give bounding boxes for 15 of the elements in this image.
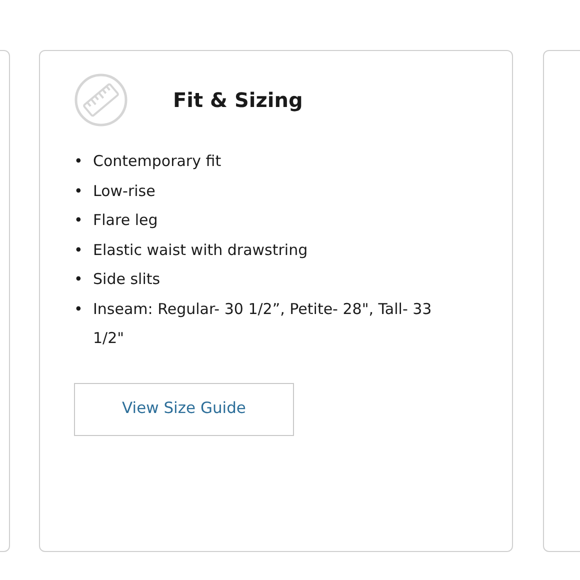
- bullet: •: [74, 180, 84, 202]
- bullet: •: [74, 298, 84, 320]
- bullet: •: [74, 269, 84, 290]
- bullet: •: [74, 210, 84, 231]
- feature-text: Contemporary fit: [93, 151, 222, 172]
- feature-text: Flare leg: [93, 210, 159, 231]
- feature-text: Side slits: [93, 269, 162, 290]
- size-guide-button[interactable]: View Size Guide: [74, 382, 294, 436]
- section-title: Fit & Sizing: [173, 87, 303, 114]
- ruler-icon: [74, 73, 128, 127]
- feature-text: Elastic waist with drawstring: [93, 240, 309, 260]
- bullet: •: [74, 151, 84, 172]
- bullet: •: [74, 240, 84, 260]
- feature-text: Inseam: Regular- 30 1/2”, Petite- 28", Tall- 33 1/2": [93, 298, 433, 349]
- feature-text: Low-rise: [93, 180, 156, 202]
